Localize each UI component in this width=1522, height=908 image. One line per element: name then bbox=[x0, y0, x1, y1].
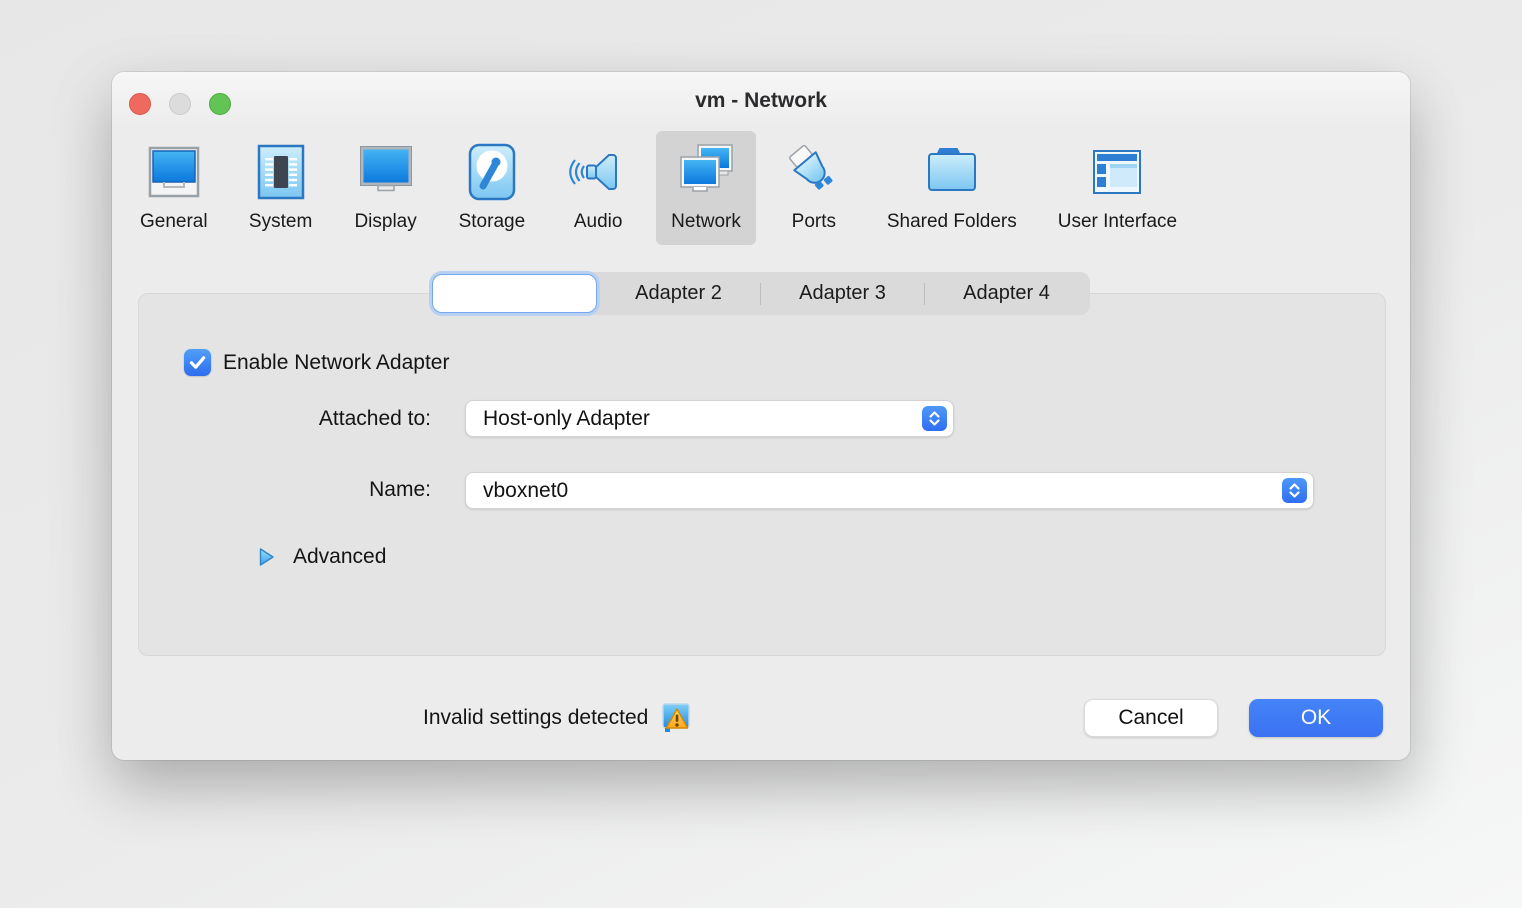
attached-to-value: Host-only Adapter bbox=[483, 407, 922, 431]
tab-label: Adapter 2 bbox=[635, 282, 722, 305]
toolbar-label: Display bbox=[354, 211, 416, 233]
display-monitor-icon bbox=[354, 140, 418, 204]
toolbar-label: Shared Folders bbox=[887, 211, 1017, 233]
chevron-up-down-icon bbox=[922, 406, 947, 431]
tab-label: Adapter 3 bbox=[799, 282, 886, 305]
toolbar-item-audio[interactable]: Audio bbox=[551, 131, 645, 245]
toolbar-label: Network bbox=[671, 211, 741, 233]
general-monitor-icon bbox=[142, 140, 206, 204]
storage-disk-icon bbox=[460, 140, 524, 204]
warning-icon bbox=[661, 702, 692, 734]
ports-plug-icon bbox=[782, 140, 846, 204]
ok-button[interactable]: OK bbox=[1249, 699, 1383, 737]
attached-to-label: Attached to: bbox=[139, 407, 431, 431]
tab-adapter-3[interactable]: Adapter 3 bbox=[761, 274, 924, 313]
attached-to-select[interactable]: Host-only Adapter bbox=[465, 400, 954, 437]
advanced-disclosure[interactable]: Advanced bbox=[257, 545, 386, 569]
checkmark-icon bbox=[184, 349, 211, 376]
user-interface-icon bbox=[1085, 140, 1149, 204]
settings-toolbar: General System bbox=[125, 131, 1397, 245]
window-title: vm - Network bbox=[112, 72, 1410, 130]
toolbar-label: Audio bbox=[574, 211, 623, 233]
chevron-up-down-icon bbox=[1282, 478, 1307, 503]
network-monitors-icon bbox=[674, 140, 738, 204]
tab-adapter-1[interactable] bbox=[432, 274, 597, 313]
adapter-tab-bar: Adapter 2 Adapter 3 Adapter 4 bbox=[430, 272, 1090, 315]
title-bar: vm - Network bbox=[112, 72, 1410, 130]
toolbar-label: System bbox=[249, 211, 312, 233]
toolbar-item-network[interactable]: Network bbox=[656, 131, 756, 245]
disclosure-triangle-icon bbox=[257, 546, 276, 568]
network-adapter-panel: Enable Network Adapter Attached to: Host… bbox=[138, 293, 1386, 656]
invalid-settings-text: Invalid settings detected bbox=[423, 706, 648, 730]
tab-adapter-4[interactable]: Adapter 4 bbox=[925, 274, 1088, 313]
toolbar-item-user-interface[interactable]: User Interface bbox=[1043, 131, 1192, 245]
adapter-name-select[interactable]: vboxnet0 bbox=[465, 472, 1314, 509]
toolbar-item-display[interactable]: Display bbox=[339, 131, 433, 245]
enable-network-adapter-label: Enable Network Adapter bbox=[223, 351, 449, 375]
settings-dialog-window: vm - Network General bbox=[112, 72, 1410, 760]
toolbar-label: Storage bbox=[459, 211, 526, 233]
enable-network-adapter-checkbox[interactable] bbox=[184, 349, 211, 376]
toolbar-item-system[interactable]: System bbox=[234, 131, 328, 245]
advanced-label: Advanced bbox=[293, 545, 386, 569]
toolbar-item-shared-folders[interactable]: Shared Folders bbox=[872, 131, 1032, 245]
status-row: Invalid settings detected bbox=[423, 699, 692, 737]
cancel-button[interactable]: Cancel bbox=[1084, 699, 1218, 737]
shared-folder-icon bbox=[920, 140, 984, 204]
toolbar-item-ports[interactable]: Ports bbox=[767, 131, 861, 245]
audio-speaker-icon bbox=[566, 140, 630, 204]
system-chip-icon bbox=[249, 140, 313, 204]
toolbar-item-storage[interactable]: Storage bbox=[444, 131, 541, 245]
cancel-button-label: Cancel bbox=[1118, 706, 1183, 730]
tab-label: Adapter 4 bbox=[963, 282, 1050, 305]
name-label: Name: bbox=[139, 478, 431, 502]
toolbar-label: Ports bbox=[792, 211, 836, 233]
adapter-name-value: vboxnet0 bbox=[483, 479, 1282, 503]
ok-button-label: OK bbox=[1301, 706, 1331, 730]
toolbar-item-general[interactable]: General bbox=[125, 131, 223, 245]
toolbar-label: General bbox=[140, 211, 208, 233]
tab-adapter-2[interactable]: Adapter 2 bbox=[597, 274, 760, 313]
toolbar-label: User Interface bbox=[1058, 211, 1177, 233]
